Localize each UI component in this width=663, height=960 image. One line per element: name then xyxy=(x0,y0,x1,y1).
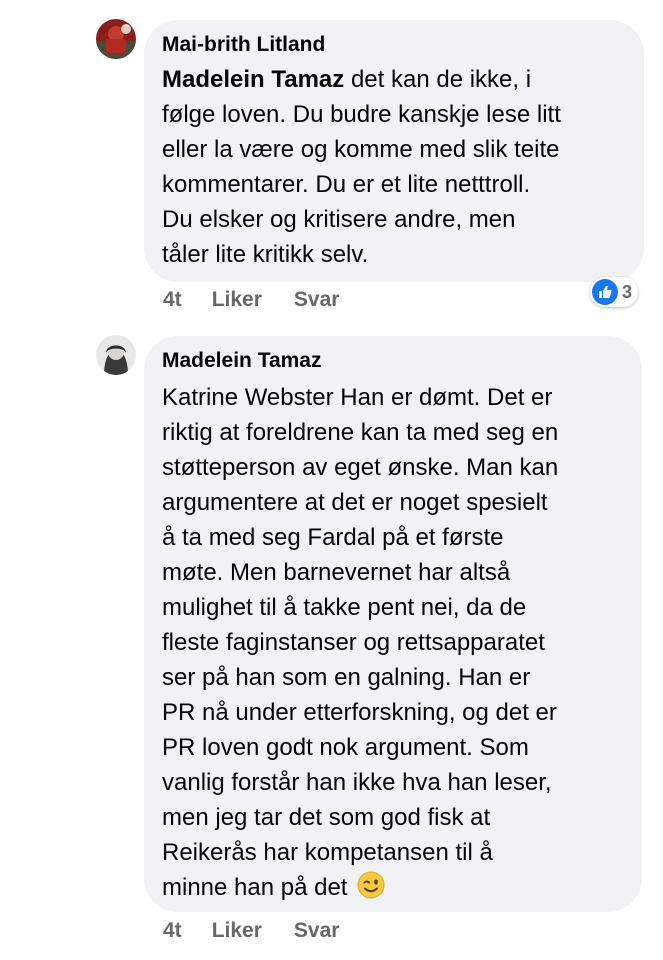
comment-line: PR loven godt nok argument. Som xyxy=(162,734,529,761)
comment-line: ser på han som en galning. Han er xyxy=(162,664,531,691)
comment-line: fleste faginstanser og rettsapparatet xyxy=(162,629,545,656)
timestamp[interactable]: 4t xyxy=(163,288,182,312)
comment-line: Katrine Webster Han er dømt. Det er xyxy=(162,384,553,411)
like-button[interactable]: Liker xyxy=(212,919,262,943)
comment-line: argumentere at det er noget spesielt xyxy=(162,489,548,516)
reply-button[interactable]: Svar xyxy=(294,919,340,943)
comment-line: vanlig forstår han ikke hva han leser, xyxy=(162,769,552,796)
like-button[interactable]: Liker xyxy=(212,288,262,312)
comment-bubble: Madelein Tamaz Katrine Webster Han er dø… xyxy=(144,336,642,912)
comment-line: tåler lite kritikk selv. xyxy=(162,241,369,268)
comment-line: men jeg tar det som god fisk at xyxy=(162,804,491,831)
reaction-count: 3 xyxy=(622,281,633,302)
comment-actions: 4t Liker Svar xyxy=(163,288,339,312)
comment-text: Madelein Tamaz det kan de ikke, i følge … xyxy=(162,62,626,272)
profile-photo xyxy=(96,19,136,59)
comment-line: minne han på det xyxy=(162,874,348,901)
comment-line: støtteperson av eget ønske. Man kan xyxy=(162,454,559,481)
comment-line: eller la være og komme med slik teite xyxy=(162,136,560,163)
comment-line: PR nå under etterforskning, og det er xyxy=(162,699,557,726)
like-icon xyxy=(592,279,618,305)
comment-line: følge loven. Du budre kanskje lese litt xyxy=(162,101,561,128)
comment-line: riktig at foreldrene kan ta med seg en xyxy=(162,419,559,446)
reaction-summary[interactable]: 3 xyxy=(590,277,639,307)
winking-face-emoji xyxy=(356,870,386,900)
timestamp[interactable]: 4t xyxy=(163,919,182,943)
comment-line: Reikerås har kompetansen til å xyxy=(162,839,493,866)
comment-line: det kan de ikke, i xyxy=(344,66,532,93)
reply-button[interactable]: Svar xyxy=(294,288,340,312)
mention-link[interactable]: Madelein Tamaz xyxy=(162,66,344,93)
comment-bubble: Mai-brith Litland Madelein Tamaz det kan… xyxy=(144,20,644,282)
comment-author[interactable]: Madelein Tamaz xyxy=(162,348,624,374)
comment-line: møte. Men barnevernet har altså xyxy=(162,559,511,586)
comment-line: kommentarer. Du er et lite netttroll. xyxy=(162,171,531,198)
comment-author[interactable]: Mai-brith Litland xyxy=(162,32,626,58)
comment-line: å ta med seg Fardal på et første xyxy=(162,524,504,551)
comment-text: Katrine Webster Han er dømt. Det er rikt… xyxy=(162,380,624,905)
comment-line: mulighet til å takke pent nei, da de xyxy=(162,594,527,621)
comment-actions: 4t Liker Svar xyxy=(163,919,339,943)
comment-line: Du elsker og kritisere andre, men xyxy=(162,206,516,233)
avatar[interactable] xyxy=(96,19,136,59)
profile-photo xyxy=(96,335,136,375)
avatar[interactable] xyxy=(96,335,136,375)
